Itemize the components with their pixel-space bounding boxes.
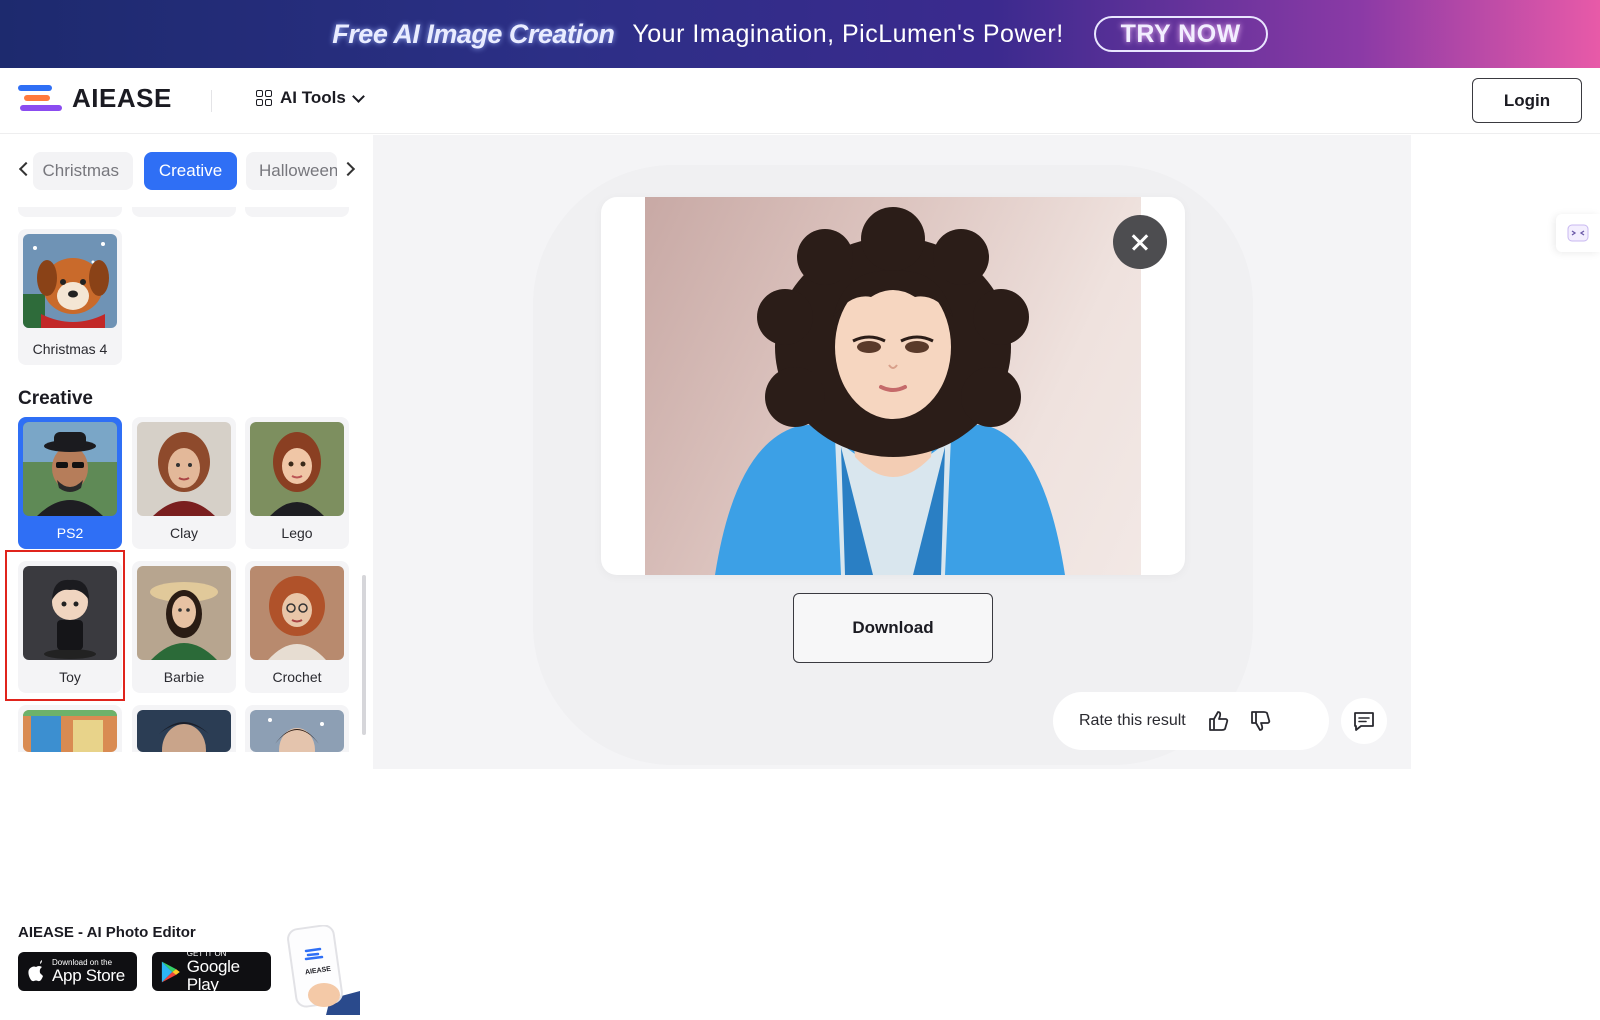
tab-halloween[interactable]: Halloween: [246, 152, 337, 190]
style-card-partial[interactable]: [245, 705, 349, 752]
lego-woman-thumbnail-icon: [250, 422, 344, 516]
chevron-right-icon[interactable]: [340, 161, 356, 177]
style-card-lego[interactable]: Lego: [245, 417, 349, 549]
result-card: [601, 197, 1185, 575]
close-icon[interactable]: [1113, 215, 1167, 269]
promo-title: Free AI Image Creation: [332, 18, 615, 49]
promo-banner[interactable]: Free AI Image Creation Your Imagination,…: [0, 0, 1600, 68]
crochet-doll-thumbnail-icon: [250, 566, 344, 660]
style-card-label: Christmas 4: [32, 341, 108, 357]
barbie-thumbnail-icon: [137, 566, 231, 660]
style-card-christmas-4[interactable]: Christmas 4: [18, 229, 122, 365]
previous-card-edge: [245, 207, 349, 217]
room-thumbnail-icon: [23, 710, 117, 752]
login-button[interactable]: Login: [1472, 78, 1582, 123]
style-sidebar: Christmas Creative Halloween Christmas 4: [0, 135, 373, 1015]
previous-card-edge: [18, 207, 122, 217]
generated-anime-portrait-image: [645, 197, 1141, 575]
tab-christmas[interactable]: Christmas: [33, 152, 133, 190]
style-card-barbie[interactable]: Barbie: [132, 561, 236, 693]
selected-style-highlight: [5, 550, 125, 701]
promo-subtitle: Your Imagination, PicLumen's Power!: [632, 19, 1064, 48]
rate-label: Rate this result: [1079, 712, 1186, 729]
google-play-small: GET IT ON: [186, 949, 227, 958]
style-card-label: Crochet: [272, 669, 322, 685]
style-card-crochet[interactable]: Crochet: [245, 561, 349, 693]
sidebar-scrollbar[interactable]: [362, 575, 366, 735]
style-card-partial[interactable]: [132, 705, 236, 752]
clay-woman-thumbnail-icon: [137, 422, 231, 516]
site-header: AIEASE AI Tools Login: [0, 68, 1600, 134]
ai-tools-menu[interactable]: AI Tools: [256, 88, 365, 108]
result-panel: Download Rate this result: [373, 135, 1411, 769]
try-now-button[interactable]: TRY NOW: [1093, 16, 1268, 52]
style-card-label: Barbie: [163, 669, 205, 685]
google-play-button[interactable]: GET IT ON Google Play: [152, 949, 271, 994]
style-card-ps2[interactable]: PS2: [18, 417, 122, 549]
man-with-hat-thumbnail-icon: [23, 422, 117, 516]
dog-thumbnail-icon: [23, 234, 117, 328]
grid-icon: [256, 90, 272, 106]
tab-creative[interactable]: Creative: [144, 152, 237, 190]
style-card-label: Clay: [169, 525, 198, 541]
brand-logo[interactable]: AIEASE: [18, 82, 172, 114]
category-tabs: Christmas Creative Halloween: [0, 152, 373, 192]
ai-tools-label: AI Tools: [280, 88, 346, 107]
style-card-clay[interactable]: Clay: [132, 417, 236, 549]
section-title-creative: Creative: [18, 388, 93, 409]
chat-icon: [1354, 712, 1374, 731]
previous-card-edge: [132, 207, 236, 217]
style-card-partial[interactable]: [18, 705, 122, 752]
assistant-face-icon: [1567, 224, 1589, 242]
man-portrait-thumbnail-icon: [137, 710, 231, 752]
aiease-logo-icon: [18, 82, 64, 114]
download-button[interactable]: Download: [793, 593, 993, 663]
app-store-button[interactable]: Download on the App Store: [18, 952, 137, 991]
thumbs-down-icon[interactable]: [1248, 708, 1274, 734]
rating-bar: Rate this result: [1053, 692, 1329, 750]
apple-icon: [28, 959, 43, 981]
chevron-down-icon: [351, 89, 365, 103]
brand-name: AIEASE: [72, 82, 172, 113]
phone-mockup-icon: AIEASE: [286, 924, 360, 1015]
app-promo-title: AIEASE - AI Photo Editor: [18, 924, 196, 941]
woman-portrait-thumbnail-icon: [250, 710, 344, 752]
app-store-big: App Store: [52, 966, 125, 985]
style-card-label: PS2: [56, 525, 84, 541]
header-divider: [211, 90, 212, 112]
app-store-small: Download on the: [52, 958, 113, 967]
chevron-left-icon[interactable]: [18, 161, 34, 177]
style-card-label: Lego: [281, 525, 313, 541]
assistant-widget[interactable]: [1556, 214, 1600, 252]
thumbs-up-icon[interactable]: [1206, 708, 1232, 734]
google-play-big: Google Play: [186, 957, 240, 994]
google-play-icon: [161, 961, 180, 982]
feedback-button[interactable]: [1341, 698, 1387, 744]
